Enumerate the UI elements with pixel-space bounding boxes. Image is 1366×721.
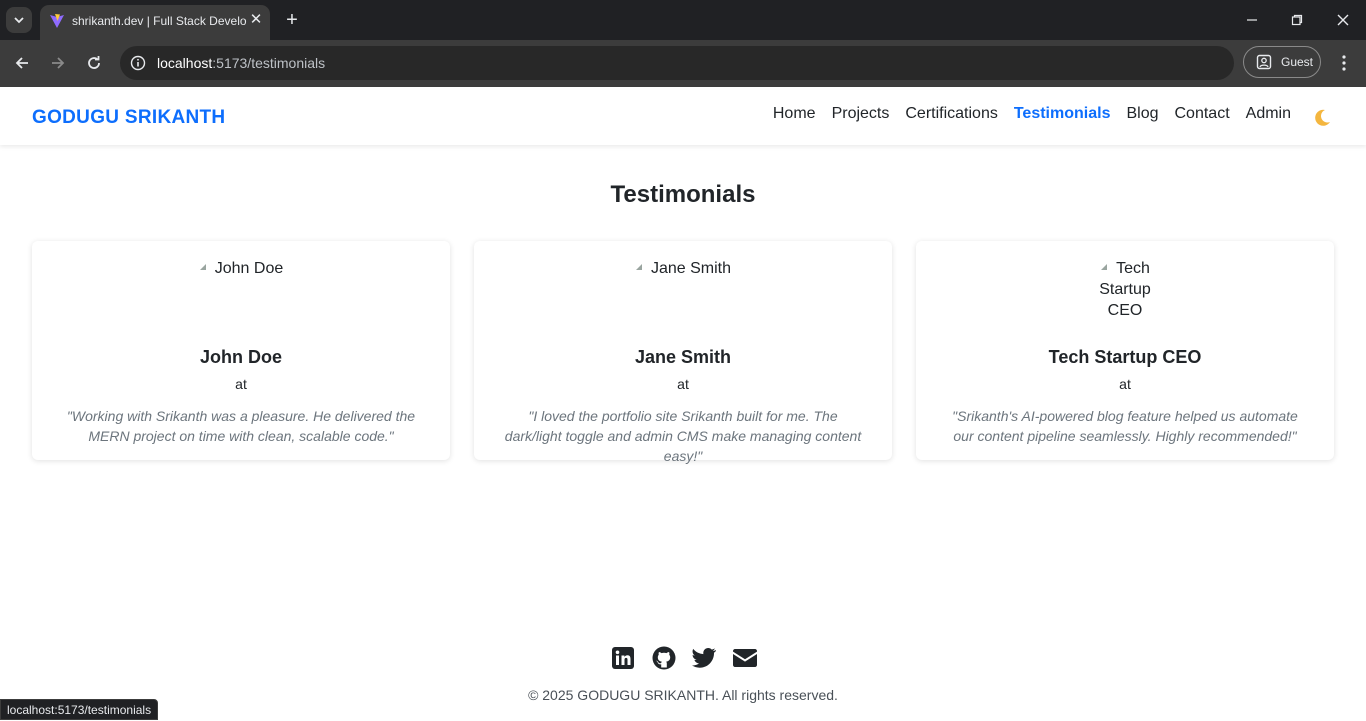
profile-button[interactable]: Guest	[1243, 46, 1321, 78]
reload-icon	[88, 56, 100, 69]
avatar: John Doe	[191, 258, 291, 338]
nav-projects[interactable]: Projects	[832, 105, 890, 123]
testimonial-name: Tech Startup CEO	[1048, 347, 1202, 367]
browser-tab-bar: shrikanth.dev | Full Stack Developer ✕ +	[0, 0, 1366, 40]
browser-toolbar: localhost:5173/testimonials Guest	[0, 40, 1366, 87]
copyright-text: © 2025 GODUGU SRIKANTH. All rights reser…	[528, 687, 838, 703]
broken-image-icon	[1101, 264, 1108, 270]
site-header: GODUGU SRIKANTH Home Projects Certificat…	[0, 87, 1366, 145]
url-path: :5173/testimonials	[212, 55, 326, 71]
broken-image-icon	[199, 264, 206, 270]
nav-certifications[interactable]: Certifications	[905, 105, 997, 123]
back-button[interactable]	[10, 51, 34, 75]
testimonial-quote: "Srikanth's AI-powered blog feature help…	[952, 408, 1298, 444]
social-links	[611, 646, 757, 670]
testimonial-card: John Doe John Doe at "Working with Srika…	[32, 241, 450, 460]
testimonial-quote: "Working with Srikanth was a pleasure. H…	[66, 408, 416, 444]
site-info-icon[interactable]	[129, 54, 147, 72]
url-host: localhost	[157, 55, 213, 71]
twitter-icon[interactable]	[692, 646, 717, 670]
tab-search-button[interactable]	[6, 7, 32, 33]
broken-image-icon	[635, 264, 642, 270]
linkedin-icon[interactable]	[611, 646, 635, 670]
nav-testimonials[interactable]: Testimonials	[1014, 105, 1111, 123]
nav-contact[interactable]: Contact	[1175, 105, 1230, 123]
testimonial-quote: "I loved the portfolio site Srikanth bui…	[504, 408, 862, 464]
close-icon	[1337, 14, 1349, 26]
browser-menu-button[interactable]	[1334, 51, 1354, 75]
avatar-alt-text: John Doe	[214, 260, 284, 277]
theme-toggle-button[interactable]	[1310, 107, 1332, 129]
nav-blog[interactable]: Blog	[1126, 105, 1158, 123]
url-text[interactable]: localhost:5173/testimonials	[157, 55, 325, 71]
page-title: Testimonials	[610, 181, 756, 208]
chevron-down-icon	[14, 17, 24, 24]
restore-button[interactable]	[1285, 8, 1309, 32]
vite-favicon-icon	[50, 14, 64, 28]
profile-label: Guest	[1281, 55, 1314, 69]
site-brand[interactable]: GODUGU SRIKANTH	[32, 107, 225, 129]
link-status-bubble: localhost:5173/testimonials	[0, 699, 159, 720]
guest-profile-icon	[1256, 54, 1272, 70]
active-tab[interactable]: shrikanth.dev | Full Stack Developer ✕	[40, 5, 270, 40]
tab-title: shrikanth.dev | Full Stack Developer	[72, 14, 247, 28]
testimonial-name: John Doe	[199, 347, 282, 367]
main-nav: Home Projects Certifications Testimonial…	[773, 105, 1291, 123]
testimonial-role: at	[677, 376, 689, 392]
new-tab-button[interactable]: +	[282, 9, 302, 31]
minimize-button[interactable]	[1240, 8, 1264, 32]
moon-icon	[1315, 109, 1330, 126]
arrow-left-icon	[15, 57, 28, 69]
testimonial-card: Tech Startup CEO Tech Startup CEO at "Sr…	[916, 241, 1334, 460]
reload-button[interactable]	[82, 51, 106, 75]
more-vertical-icon	[1342, 55, 1346, 71]
close-window-button[interactable]	[1331, 8, 1355, 32]
testimonial-role: at	[1119, 376, 1131, 392]
address-bar[interactable]: localhost:5173/testimonials	[120, 46, 1234, 80]
forward-button[interactable]	[46, 51, 70, 75]
testimonial-name: Jane Smith	[634, 347, 732, 367]
github-icon[interactable]	[652, 646, 676, 670]
nav-home[interactable]: Home	[773, 105, 816, 123]
arrow-right-icon	[52, 57, 65, 69]
testimonial-card: Jane Smith Jane Smith at "I loved the po…	[474, 241, 892, 464]
testimonial-role: at	[235, 376, 247, 392]
restore-icon	[1291, 14, 1303, 26]
avatar: Jane Smith	[633, 258, 733, 338]
avatar-alt-text: Jane Smith	[650, 260, 732, 277]
tab-close-icon[interactable]: ✕	[247, 11, 265, 29]
email-icon[interactable]	[732, 646, 757, 670]
nav-admin[interactable]: Admin	[1246, 105, 1291, 123]
avatar: Tech Startup CEO	[1085, 258, 1165, 338]
minimize-icon	[1247, 19, 1257, 21]
